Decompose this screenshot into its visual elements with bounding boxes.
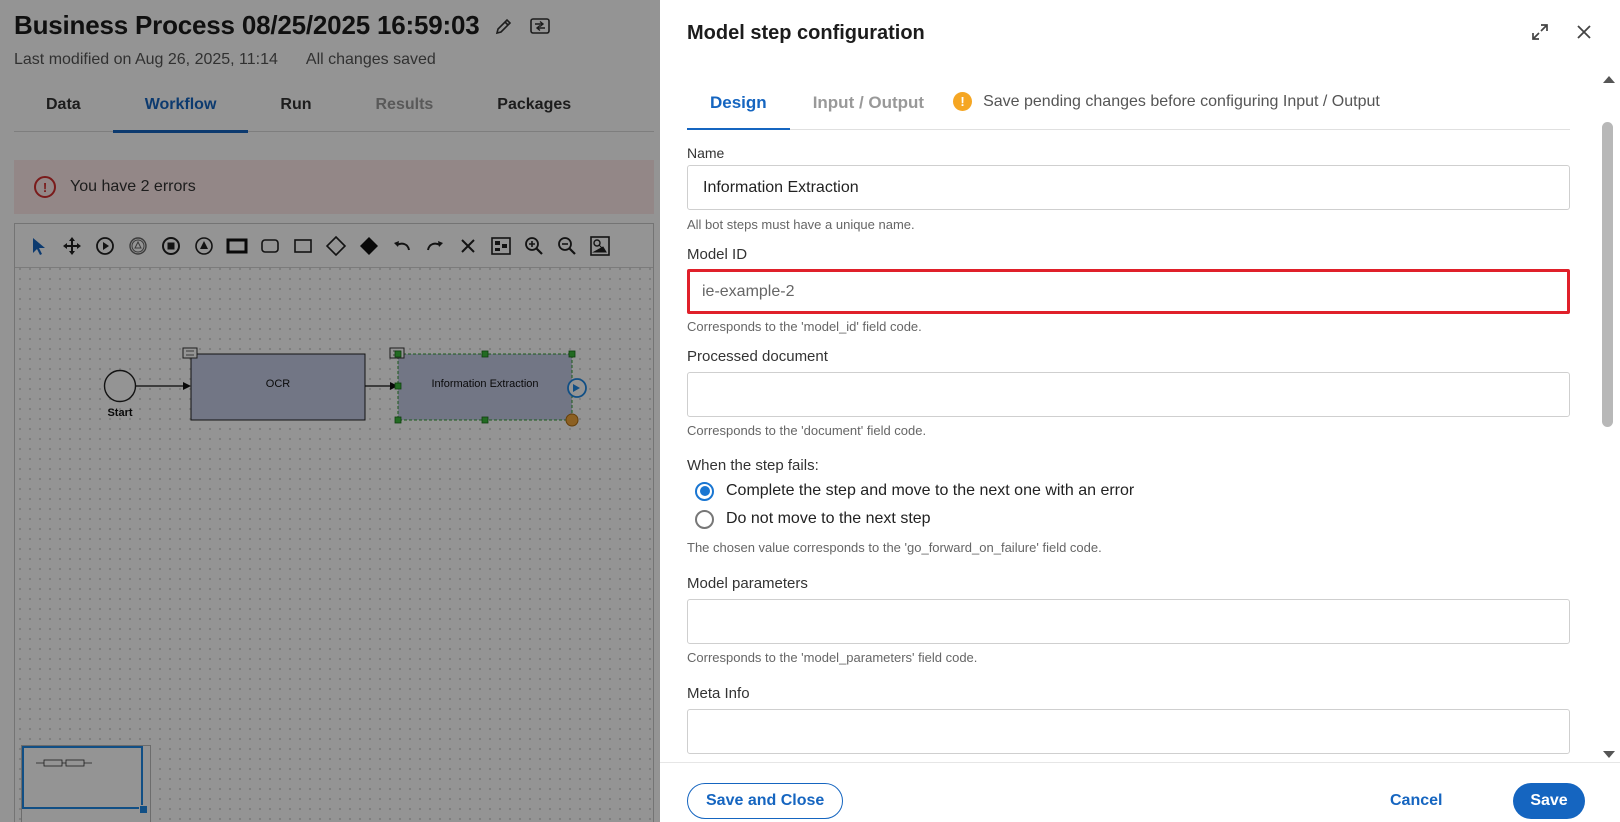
cancel-button[interactable]: Cancel [1382, 783, 1450, 819]
name-input[interactable] [687, 165, 1570, 210]
tab-input-output[interactable]: Input / Output [790, 80, 947, 129]
processed-document-input[interactable] [687, 372, 1570, 417]
model-id-label: Model ID [687, 246, 748, 263]
model-parameters-input[interactable] [687, 599, 1570, 644]
failure-option-complete[interactable]: Complete the step and move to the next o… [687, 477, 1570, 505]
panel-tabs: Design Input / Output ! Save pending cha… [687, 80, 1570, 130]
scroll-down-arrow-icon[interactable] [1603, 751, 1615, 758]
pending-changes-text: Save pending changes before configuring … [983, 92, 1380, 110]
panel-title: Model step configuration [687, 22, 925, 44]
meta-info-input[interactable] [687, 709, 1570, 754]
processed-document-hint: Corresponds to the 'document' field code… [687, 423, 927, 438]
expand-icon[interactable] [1528, 20, 1552, 44]
panel-scrollbar[interactable] [1600, 72, 1616, 762]
name-hint: All bot steps must have a unique name. [687, 217, 915, 232]
failure-option-1-label: Complete the step and move to the next o… [726, 482, 1135, 499]
warning-icon: ! [953, 92, 973, 111]
failure-option-stop[interactable]: Do not move to the next step [687, 505, 1570, 533]
model-id-hint: Corresponds to the 'model_id' field code… [687, 319, 922, 334]
modal-overlay[interactable] [0, 0, 660, 822]
failure-hint: The chosen value corresponds to the 'go_… [687, 540, 1102, 555]
model-id-input[interactable] [687, 269, 1570, 314]
scroll-thumb[interactable] [1602, 122, 1613, 427]
pending-changes-notice: ! Save pending changes before configurin… [947, 80, 1380, 111]
scroll-up-arrow-icon[interactable] [1603, 76, 1615, 83]
design-form: Name All bot steps must have a unique na… [687, 145, 1570, 763]
radio-stop[interactable] [695, 509, 714, 529]
save-and-close-button[interactable]: Save and Close [687, 783, 844, 819]
save-button[interactable]: Save [1513, 783, 1585, 819]
model-parameters-hint: Corresponds to the 'model_parameters' fi… [687, 650, 978, 665]
model-step-config-panel: Model step configuration Design Input / … [660, 0, 1620, 822]
model-parameters-label: Model parameters [687, 575, 808, 592]
tab-design[interactable]: Design [687, 80, 790, 130]
processed-document-label: Processed document [687, 348, 828, 365]
panel-footer: Save and Close Cancel Save [660, 762, 1620, 822]
failure-label: When the step fails: [687, 457, 819, 474]
panel-actions [1528, 20, 1596, 44]
meta-info-label: Meta Info [687, 685, 750, 702]
close-icon[interactable] [1572, 20, 1596, 44]
failure-option-2-label: Do not move to the next step [726, 510, 931, 527]
name-label: Name [687, 145, 725, 161]
radio-complete-selected[interactable] [695, 481, 714, 501]
